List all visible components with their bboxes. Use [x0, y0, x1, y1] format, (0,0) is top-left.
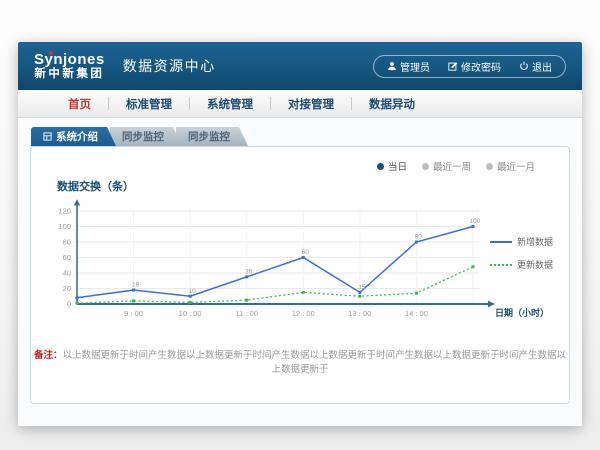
content-area: 系统介绍 同步监控 同步监控 当日 最近一周: [18, 118, 582, 426]
legend-label: 新增数据: [517, 235, 553, 248]
svg-text:100: 100: [58, 222, 71, 231]
filter-label: 当日: [388, 159, 407, 173]
footnote-text: 以上数据更新于时间产生数据以上数据更新于时间产生数据以上数据更新于时间产生数据以…: [63, 350, 567, 375]
svg-text:10 : 00: 10 : 00: [179, 309, 202, 318]
user-toolbar: 管理员 修改密码 退出: [373, 55, 566, 78]
current-user-label: 管理员: [400, 59, 430, 74]
company-logo: Synjones 新中新集团: [34, 51, 105, 81]
app-header: Synjones 新中新集团 数据资源中心 管理员: [18, 42, 582, 90]
user-icon: [387, 61, 397, 71]
radio-dot-icon: [486, 163, 493, 170]
svg-text:12 : 00: 12 : 00: [292, 309, 315, 318]
tab-label: 同步监控: [188, 129, 230, 144]
nav-item-data-change[interactable]: 数据异动: [352, 96, 432, 112]
svg-text:0: 0: [67, 300, 71, 309]
exchange-line-chart: 0 20 40 60 80 100 120 9 : 00 10 : 00 11 : 00 12 : …: [37, 195, 557, 327]
svg-text:100: 100: [470, 218, 481, 225]
svg-text:80: 80: [415, 234, 423, 241]
legend-update-data[interactable]: 更新数据: [490, 258, 553, 271]
svg-text:60: 60: [63, 253, 71, 262]
dotted-line-swatch-icon: [490, 264, 512, 266]
y-axis-title: 数据交换（条）: [57, 178, 134, 194]
filter-last-month[interactable]: 最近一月: [486, 159, 535, 173]
svg-text:35: 35: [245, 268, 253, 275]
logo-accent-dot-icon: [49, 51, 53, 55]
logout-button[interactable]: 退出: [510, 59, 561, 74]
filter-last-week[interactable]: 最近一周: [422, 159, 471, 173]
svg-text:13 : 00: 13 : 00: [348, 309, 371, 318]
tab-sync-monitor-2[interactable]: 同步监控: [176, 127, 248, 146]
filter-label: 最近一月: [497, 159, 535, 173]
svg-text:11 : 00: 11 : 00: [236, 309, 258, 318]
chart-panel: 当日 最近一周 最近一月 数据交换（条） 0 20 40 60 80 100 120 9 : …: [30, 146, 570, 404]
legend-new-data[interactable]: 新增数据: [490, 235, 553, 248]
radio-dot-icon: [377, 163, 384, 170]
tab-label: 同步监控: [122, 129, 164, 144]
logout-label: 退出: [532, 59, 552, 74]
nav-item-home[interactable]: 首页: [51, 96, 108, 112]
nav-item-standard-mgmt[interactable]: 标准管理: [109, 96, 189, 112]
radio-dot-icon: [422, 163, 429, 170]
svg-text:9 : 00: 9 : 00: [124, 309, 143, 318]
app-window: Synjones 新中新集团 数据资源中心 管理员: [18, 42, 582, 426]
svg-text:80: 80: [63, 238, 71, 247]
edit-icon: [448, 61, 458, 71]
tab-sync-monitor-1[interactable]: 同步监控: [110, 127, 182, 146]
svg-text:40: 40: [63, 269, 71, 278]
grid-document-icon: [43, 132, 52, 141]
svg-text:14 : 00: 14 : 00: [405, 309, 428, 318]
tab-system-intro[interactable]: 系统介绍: [31, 127, 116, 146]
svg-text:15: 15: [358, 284, 366, 291]
filter-today[interactable]: 当日: [377, 159, 407, 173]
svg-text:18: 18: [132, 282, 140, 289]
footnote-label: 备注：: [34, 350, 63, 361]
main-nav: 首页 标准管理 系统管理 对接管理 数据异动: [18, 90, 582, 118]
tab-bar: 系统介绍 同步监控 同步监控: [31, 127, 582, 146]
footnote: 备注：以上数据更新于时间产生数据以上数据更新于时间产生数据以上数据更新于时间产生…: [31, 347, 569, 375]
power-icon: [519, 61, 529, 71]
range-filter-group: 当日 最近一周 最近一月: [377, 159, 535, 173]
chart-legend: 新增数据 更新数据: [490, 235, 553, 271]
legend-label: 更新数据: [517, 258, 553, 271]
logo-text-cn: 新中新集团: [34, 68, 104, 81]
solid-line-swatch-icon: [490, 241, 512, 243]
filter-label: 最近一周: [433, 159, 471, 173]
svg-text:120: 120: [58, 207, 71, 216]
desktop-background: Synjones 新中新集团 数据资源中心 管理员: [0, 0, 600, 450]
nav-item-interface-mgmt[interactable]: 对接管理: [271, 96, 351, 112]
change-password-button[interactable]: 修改密码: [439, 59, 510, 74]
svg-text:日期（小时）: 日期（小时）: [495, 307, 549, 318]
current-user-button[interactable]: 管理员: [378, 59, 439, 74]
change-password-label: 修改密码: [461, 59, 501, 74]
tab-label: 系统介绍: [56, 129, 98, 144]
svg-text:10: 10: [189, 288, 197, 295]
header-left: Synjones 新中新集团 数据资源中心: [34, 51, 216, 81]
svg-text:60: 60: [302, 249, 310, 256]
svg-text:20: 20: [63, 284, 71, 293]
page-title: 数据资源中心: [123, 56, 216, 76]
nav-item-system-mgmt[interactable]: 系统管理: [190, 96, 270, 112]
logo-text-en: Synjones: [34, 51, 105, 68]
